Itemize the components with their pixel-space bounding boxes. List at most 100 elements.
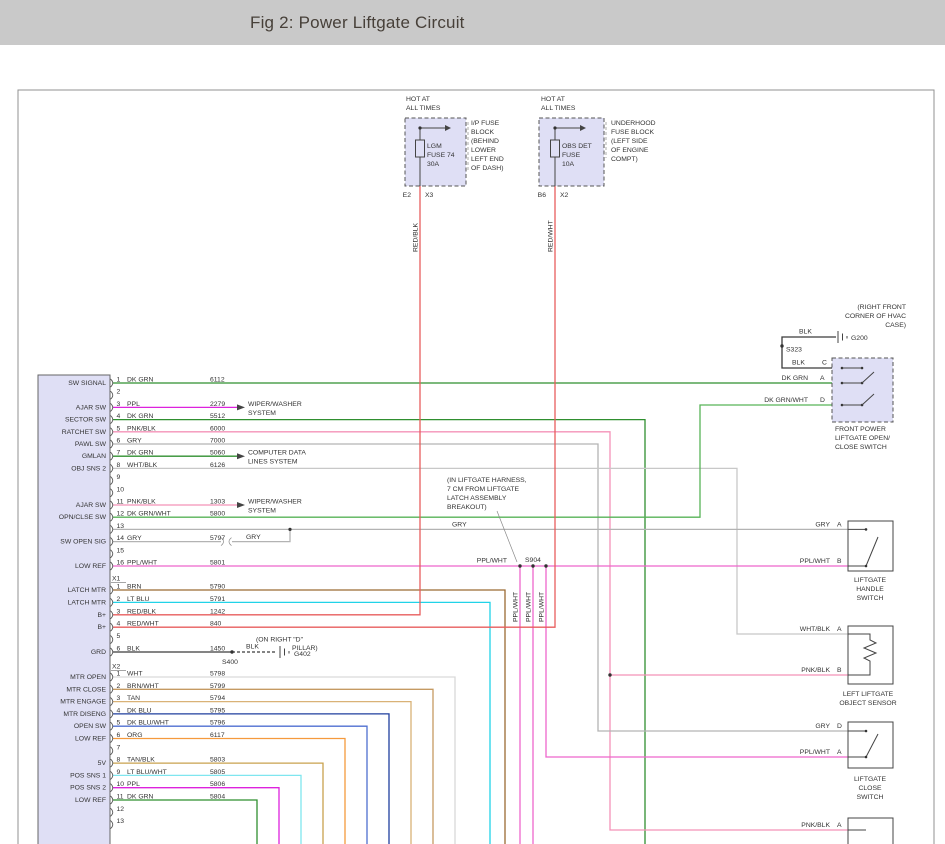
wire-color-label: PPL/WHT [127, 560, 157, 567]
page: Fig 2: Power Liftgate Circuit [0, 0, 945, 844]
pin-bracket [111, 477, 113, 485]
pin-function-label: B+ [97, 624, 106, 631]
pin-number: 12 [117, 806, 125, 813]
contact-dot [865, 756, 868, 759]
wire-label: WHT/BLK [800, 626, 831, 633]
computer-data-label: LINES SYSTEM [248, 459, 298, 466]
labels: HOT AT ALL TIMES LGM FUSE 74 30A I/P FUS… [112, 96, 906, 829]
circuit-number: 6112 [210, 377, 225, 384]
pin-bracket [111, 379, 113, 387]
ppl-wht-vertical-label: PPL/WHT [513, 592, 520, 622]
pin-function-label: OPN/CLSE SW [59, 514, 107, 521]
contact-dot [865, 565, 868, 568]
gry-inline-label: GRY [246, 534, 261, 541]
wire-gry-5797-riser [232, 529, 290, 541]
pin-function-label: SW OPEN SIG [60, 539, 106, 546]
right-liftgate-object-sensor [848, 818, 893, 844]
wire-color-label: TAN [127, 695, 140, 702]
wire-color-label: PPL [127, 401, 140, 408]
handle-switch-caption: LIFTGATE [854, 577, 886, 584]
s904-note: LATCH ASSEMBLY [447, 495, 507, 502]
front-switch-caption: CLOSE SWITCH [835, 444, 887, 451]
pin-bracket [111, 452, 113, 460]
wire-label-blk: BLK [792, 360, 805, 367]
pin-number: 4 [117, 413, 121, 420]
front-switch-caption: FRONT POWER [835, 426, 886, 433]
hot-at-label: HOT AT [406, 96, 430, 103]
pin-bracket [111, 735, 113, 743]
wire-ppl-wht-close-switch [546, 566, 848, 757]
wire-label-blk: BLK [799, 329, 812, 336]
pin-number: 5 [117, 425, 121, 432]
pin-bracket [111, 796, 113, 804]
hot-at-label: ALL TIMES [406, 105, 441, 112]
pin-bracket [111, 598, 113, 606]
connector-x2-label: X2 [112, 664, 121, 671]
pin-number: 1 [117, 584, 121, 591]
wire-color-label: WHT [127, 671, 142, 678]
fuse2-desc: (LEFT SIDE [611, 138, 648, 145]
fuse2-desc: OF ENGINE [611, 147, 649, 154]
wire-label: PPL/WHT [800, 558, 830, 565]
g200-note: CASE) [885, 322, 906, 329]
ground-g200 [838, 331, 847, 343]
pin-number: 7 [117, 744, 121, 751]
wire-dk-blu-5795 [113, 714, 389, 844]
close-switch-caption: CLOSE [858, 785, 882, 792]
circuit-number: 6117 [210, 732, 225, 739]
junction-dot [531, 564, 534, 567]
pin-bracket [111, 440, 113, 448]
pin-bracket [111, 648, 113, 656]
handle-switch-box [848, 521, 893, 571]
g402-id: G402 [294, 651, 311, 658]
wire-color-label: LT BLU/WHT [127, 769, 167, 776]
pin-function-label: MTR DISENG [63, 711, 106, 718]
pin-number: 3 [117, 695, 121, 702]
pin-number: 2 [117, 596, 121, 603]
g200-id: G200 [851, 335, 868, 342]
pin-letter: A [837, 822, 842, 829]
contact-dot [865, 730, 868, 733]
fuse1-desc: I/P FUSE [471, 120, 500, 127]
pin-function-label: MTR OPEN [70, 674, 106, 681]
splice-dot-s323 [780, 344, 783, 347]
pin-number: 11 [117, 499, 124, 506]
pin-function-label: LOW REF [75, 563, 106, 570]
hot-at-label: HOT AT [541, 96, 565, 103]
pin-bracket [111, 525, 113, 533]
pin-number: 3 [117, 608, 121, 615]
right-object-sensor-box [848, 818, 893, 844]
pin-function-label: OBJ SNS 2 [71, 465, 106, 472]
wire-color-label: DK GRN [127, 450, 154, 457]
pin-function-label: RATCHET SW [62, 429, 107, 436]
wire-dk-blu-wht-5796 [113, 726, 367, 844]
circuit-number: 5791 [210, 596, 225, 603]
pin-bracket [111, 784, 113, 792]
hot-at-label: ALL TIMES [541, 105, 576, 112]
circuit-number: 5801 [210, 560, 225, 567]
wire-dk-grn-5804 [113, 800, 257, 844]
fuse1-desc: LEFT END [471, 156, 504, 163]
pin-function-label: AJAR SW [76, 404, 107, 411]
wire-label: GRY [815, 723, 830, 730]
wire-brn-5790 [113, 590, 505, 844]
fuse2-name: FUSE [562, 152, 581, 159]
circuit-number: 5803 [210, 757, 225, 764]
pin-number: 6 [117, 438, 121, 445]
front-power-liftgate-switch [832, 358, 893, 422]
connector-x1-label: X1 [112, 576, 121, 583]
pin-bracket [111, 611, 113, 619]
pin-bracket [111, 538, 113, 546]
circuit-number: 5798 [210, 671, 225, 678]
fuse1-terminal-id: E2 [403, 192, 412, 199]
pin-bracket [111, 685, 113, 693]
wire-color-label: DK GRN/WHT [127, 511, 171, 518]
wiring-diagram: HOT AT ALL TIMES LGM FUSE 74 30A I/P FUS… [0, 45, 945, 844]
wire-color-label: BRN/WHT [127, 683, 159, 690]
fuse1-desc: (BEHIND [471, 138, 499, 145]
pin-number: 1 [117, 671, 121, 678]
pin-bracket [111, 771, 113, 779]
pin-function-label: SECTOR SW [65, 417, 107, 424]
circuit-number: 5796 [210, 720, 225, 727]
pin-letter: B [837, 667, 842, 674]
